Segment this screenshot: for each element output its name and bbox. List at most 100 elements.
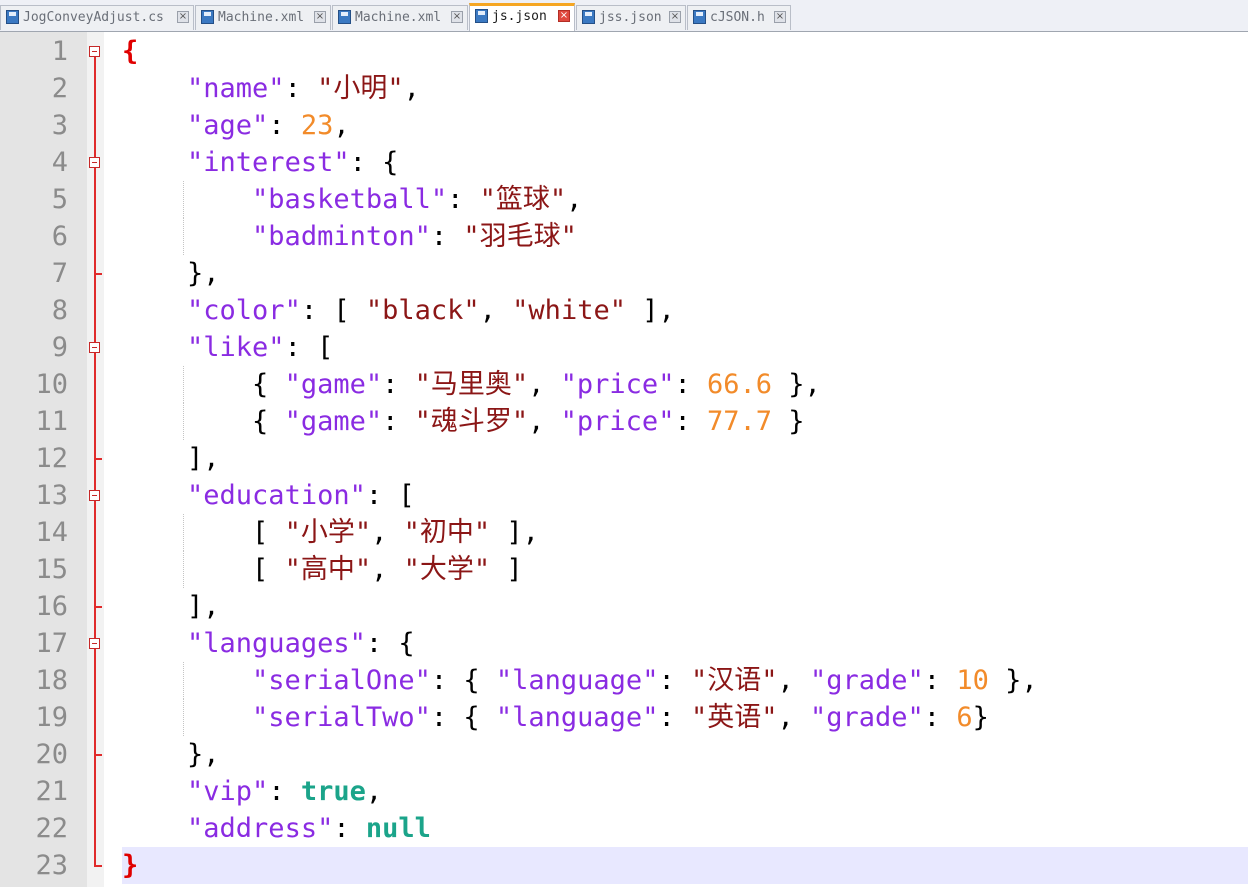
tab-bar: JogConveyAdjust.cs × Machine.xml × Machine.x… bbox=[0, 0, 1248, 32]
code-line[interactable]: 23} bbox=[0, 847, 1248, 884]
code-token: : bbox=[430, 221, 464, 252]
line-number: 16 bbox=[35, 591, 68, 622]
close-icon[interactable]: × bbox=[451, 11, 463, 23]
code-line[interactable]: 10 { "game": "马里奥", "price": 66.6 }, bbox=[0, 366, 1248, 403]
code-token: , bbox=[528, 369, 561, 400]
code-line[interactable]: 5 "basketball": "篮球", bbox=[0, 181, 1248, 218]
code-line[interactable]: 1{ bbox=[0, 33, 1248, 70]
tab-label: js.json bbox=[492, 9, 547, 24]
fold-minus-icon[interactable] bbox=[89, 342, 100, 353]
code-token: , bbox=[479, 295, 513, 326]
tab-label: Machine.xml bbox=[218, 10, 305, 25]
code-line[interactable]: 18 "serialOne": { "language": "汉语", "gra… bbox=[0, 662, 1248, 699]
code-line[interactable]: 4 "interest": { bbox=[0, 144, 1248, 181]
line-number: 13 bbox=[35, 480, 68, 511]
fold-minus-icon[interactable] bbox=[89, 490, 100, 501]
code-text: "badminton": "羽毛球" bbox=[122, 218, 1248, 255]
code-token: "address" bbox=[187, 813, 334, 844]
code-token: { bbox=[122, 406, 285, 437]
code-token: "高中" bbox=[284, 554, 372, 585]
code-line[interactable]: 21 "vip": true, bbox=[0, 773, 1248, 810]
close-icon[interactable]: × bbox=[669, 11, 681, 23]
code-line[interactable]: 16 ], bbox=[0, 588, 1248, 625]
code-token: "初中" bbox=[403, 517, 491, 548]
code-token: "英语" bbox=[690, 702, 778, 733]
fold-minus-icon[interactable] bbox=[89, 638, 100, 649]
code-line[interactable]: 11 { "game": "魂斗罗", "price": 77.7 } bbox=[0, 403, 1248, 440]
indent-guide bbox=[183, 366, 184, 403]
code-line[interactable]: 14 [ "小学", "初中" ], bbox=[0, 514, 1248, 551]
code-line[interactable]: 17 "languages": { bbox=[0, 625, 1248, 662]
code-token: null bbox=[365, 813, 431, 844]
tab-jogconveyadjust-cs[interactable]: JogConveyAdjust.cs × bbox=[0, 5, 194, 30]
code-token: : bbox=[658, 665, 691, 696]
code-line[interactable]: 19 "serialTwo": { "language": "英语", "gra… bbox=[0, 699, 1248, 736]
code-token: "name" bbox=[187, 73, 285, 104]
code-line[interactable]: 9 "like": [ bbox=[0, 329, 1248, 366]
code-token: 77.7 bbox=[706, 406, 772, 437]
code-token: 6 bbox=[956, 702, 973, 733]
code-text: "serialTwo": { "language": "英语", "grade"… bbox=[122, 699, 1248, 736]
code-token: } bbox=[122, 850, 139, 881]
code-token: , bbox=[371, 554, 404, 585]
close-icon[interactable]: × bbox=[558, 10, 570, 22]
code-token: "age" bbox=[187, 110, 269, 141]
line-number: 18 bbox=[35, 665, 68, 696]
tab-js-json[interactable]: js.json × bbox=[469, 3, 575, 31]
fold-minus-icon[interactable] bbox=[89, 157, 100, 168]
code-token: : bbox=[658, 702, 691, 733]
code-text: "vip": true, bbox=[122, 773, 1248, 810]
tab-jss-json[interactable]: jss.json × bbox=[576, 5, 686, 30]
code-token: "price" bbox=[560, 369, 675, 400]
tab-machine-xml[interactable]: Machine.xml × bbox=[332, 5, 468, 30]
code-text: } bbox=[122, 847, 1248, 884]
code-token: "小明" bbox=[317, 73, 404, 104]
tab-machine-xml[interactable]: Machine.xml × bbox=[195, 5, 331, 30]
code-token: : bbox=[923, 702, 957, 733]
line-number: 14 bbox=[35, 517, 68, 548]
code-text: }, bbox=[122, 255, 1248, 292]
code-text: "languages": { bbox=[122, 625, 1248, 662]
code-line[interactable]: 8 "color": [ "black", "white" ], bbox=[0, 292, 1248, 329]
code-token: , bbox=[371, 517, 404, 548]
code-token: , bbox=[403, 73, 420, 104]
code-line[interactable]: 12 ], bbox=[0, 440, 1248, 477]
line-number: 20 bbox=[35, 739, 68, 770]
code-text: { "game": "魂斗罗", "price": 77.7 } bbox=[122, 403, 1248, 440]
line-number: 4 bbox=[51, 147, 68, 178]
code-token: "price" bbox=[560, 406, 675, 437]
close-icon[interactable]: × bbox=[314, 11, 326, 23]
code-token: : { bbox=[430, 702, 496, 733]
code-token: "game" bbox=[284, 369, 383, 400]
code-token: ], bbox=[490, 517, 539, 548]
line-number: 11 bbox=[35, 406, 68, 437]
code-line[interactable]: 3 "age": 23, bbox=[0, 107, 1248, 144]
tab-cjson-h[interactable]: cJSON.h × bbox=[687, 5, 791, 30]
code-line[interactable]: 6 "badminton": "羽毛球" bbox=[0, 218, 1248, 255]
line-number: 17 bbox=[35, 628, 68, 659]
code-line[interactable]: 22 "address": null bbox=[0, 810, 1248, 847]
code-token: "马里奥" bbox=[414, 369, 529, 400]
code-line[interactable]: 7 }, bbox=[0, 255, 1248, 292]
code-token: "languages" bbox=[187, 628, 366, 659]
line-number: 3 bbox=[51, 110, 68, 141]
code-token: ], bbox=[625, 295, 675, 326]
code-token: "大学" bbox=[403, 554, 491, 585]
code-token: : bbox=[382, 406, 415, 437]
close-icon[interactable]: × bbox=[774, 11, 786, 23]
code-line[interactable]: 13 "education": [ bbox=[0, 477, 1248, 514]
code-token: }, bbox=[988, 665, 1038, 696]
code-token: "black" bbox=[365, 295, 480, 326]
code-line[interactable]: 2 "name": "小明", bbox=[0, 70, 1248, 107]
line-number: 2 bbox=[51, 73, 68, 104]
code-token: "education" bbox=[187, 480, 366, 511]
code-line[interactable]: 20 }, bbox=[0, 736, 1248, 773]
code-line[interactable]: 15 [ "高中", "大学" ] bbox=[0, 551, 1248, 588]
close-icon[interactable]: × bbox=[177, 11, 189, 23]
fold-minus-icon[interactable] bbox=[89, 46, 100, 57]
